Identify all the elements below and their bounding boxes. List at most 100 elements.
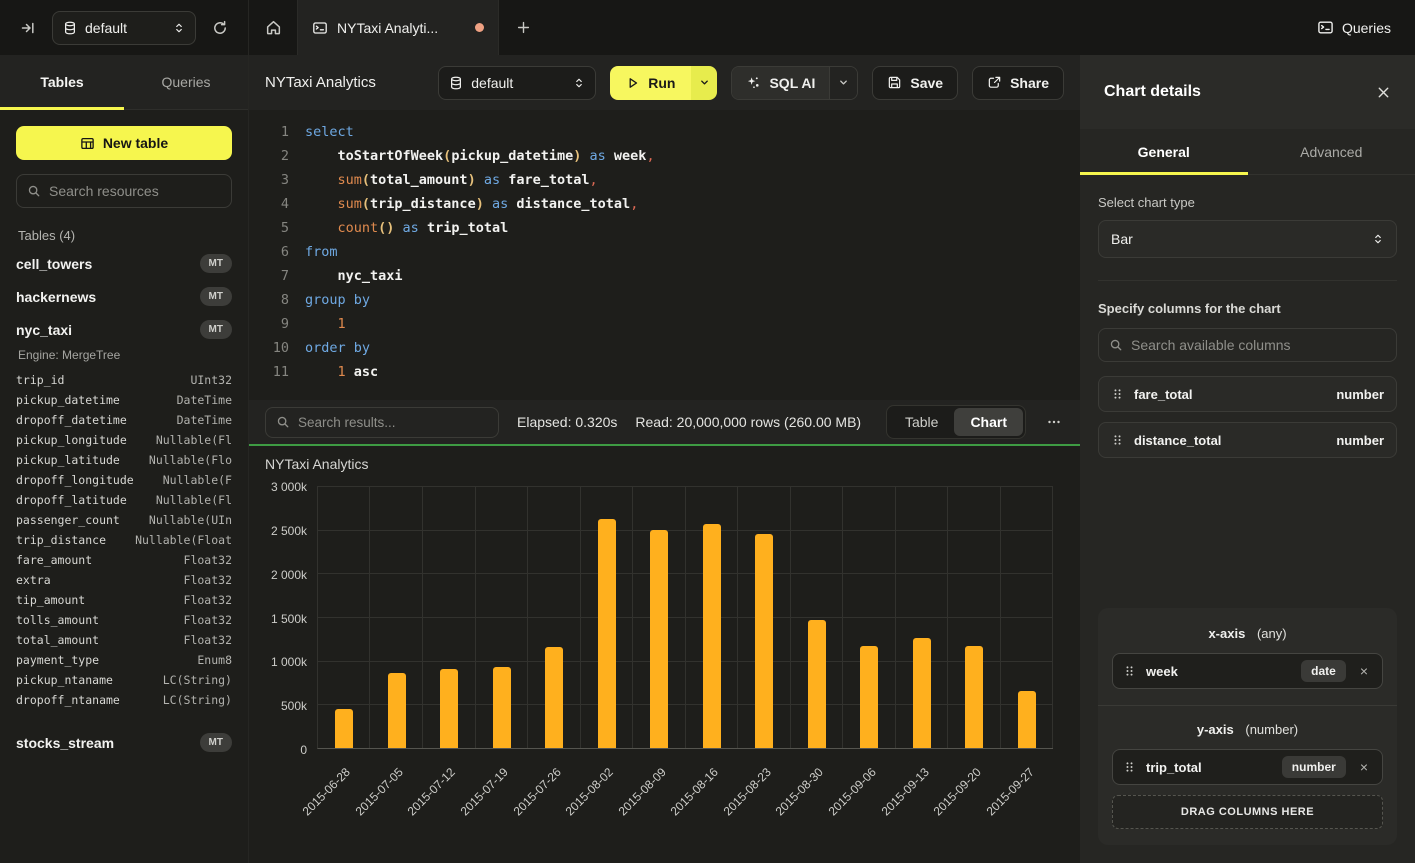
chart-bar[interactable] [388, 673, 406, 748]
chart-bar[interactable] [598, 519, 616, 748]
chart-bar[interactable] [808, 620, 826, 748]
gridline [527, 486, 528, 748]
gridline [475, 486, 476, 748]
column-row[interactable]: total_amountFloat32 [16, 630, 232, 650]
column-row[interactable]: dropoff_longitudeNullable(F [16, 470, 232, 490]
refresh-button[interactable] [206, 14, 234, 42]
view-toggle-table[interactable]: Table [889, 408, 954, 436]
sidebar-tab-tables[interactable]: Tables [0, 55, 124, 109]
code-line[interactable]: 10order by [263, 336, 1080, 360]
tab-nytaxi-analytics[interactable]: NYTaxi Analyti... [297, 0, 499, 55]
chart-bar[interactable] [493, 667, 511, 748]
chart-bar[interactable] [440, 669, 458, 748]
toolbar-database-select[interactable]: default [438, 66, 596, 100]
column-row[interactable]: trip_distanceNullable(Float [16, 530, 232, 550]
run-button[interactable]: Run [610, 66, 691, 100]
code-line[interactable]: 8group by [263, 288, 1080, 312]
column-row[interactable]: pickup_longitudeNullable(Fl [16, 430, 232, 450]
resource-search-input[interactable] [49, 183, 221, 199]
y-axis-hint: (number) [1245, 722, 1298, 737]
code-line[interactable]: 3sum(total_amount) as fare_total, [263, 168, 1080, 192]
chart-bar[interactable] [965, 646, 983, 748]
column-row[interactable]: passenger_countNullable(UIn [16, 510, 232, 530]
remove-column-button[interactable]: × [1356, 759, 1372, 775]
table-item-nyc_taxi[interactable]: nyc_taxiMT [16, 313, 232, 346]
code-line[interactable]: 111 asc [263, 360, 1080, 384]
column-row[interactable]: payment_typeEnum8 [16, 650, 232, 670]
gridline [318, 704, 1053, 705]
tab-general[interactable]: General [1080, 129, 1248, 174]
column-row[interactable]: pickup_ntanameLC(String) [16, 670, 232, 690]
code-line[interactable]: 1select [263, 120, 1080, 144]
chart-bar[interactable] [650, 530, 668, 748]
code-text: count() as trip_total [305, 216, 508, 240]
code-line[interactable]: 5count() as trip_total [263, 216, 1080, 240]
columns-search [1098, 328, 1397, 362]
columns-search-input[interactable] [1131, 337, 1386, 353]
column-row[interactable]: fare_amountFloat32 [16, 550, 232, 570]
chart-type-value: Bar [1111, 231, 1133, 247]
new-table-button[interactable]: New table [16, 126, 232, 160]
new-tab-button[interactable] [499, 0, 547, 55]
column-name: tip_amount [16, 593, 85, 607]
share-button[interactable]: Share [972, 66, 1064, 100]
results-search-input[interactable] [298, 415, 488, 430]
available-column-distance_total[interactable]: distance_totalnumber [1098, 422, 1397, 458]
close-panel-button[interactable] [1376, 85, 1391, 100]
database-select[interactable]: default [52, 11, 196, 45]
chart-bar[interactable] [1018, 691, 1036, 748]
y-axis-label: 3 000k [249, 480, 307, 494]
table-item-stocks_stream[interactable]: stocks_streamMT [16, 726, 232, 759]
chart-bar[interactable] [335, 709, 353, 748]
chart-type-select[interactable]: Bar [1098, 220, 1397, 258]
column-name: dropoff_datetime [16, 413, 127, 427]
home-button[interactable] [249, 0, 297, 55]
code-line[interactable]: 91 [263, 312, 1080, 336]
tab-advanced[interactable]: Advanced [1248, 129, 1415, 174]
sql-ai-options-button[interactable] [829, 67, 857, 99]
column-row[interactable]: dropoff_datetimeDateTime [16, 410, 232, 430]
play-icon [626, 76, 640, 90]
chart-bar[interactable] [860, 646, 878, 748]
column-name: trip_distance [16, 533, 106, 547]
column-type: Nullable(F [155, 473, 232, 487]
column-type: Nullable(Flo [141, 453, 232, 467]
unsaved-changes-dot [475, 23, 484, 32]
chart-bar[interactable] [545, 647, 563, 748]
column-row[interactable]: pickup_datetimeDateTime [16, 390, 232, 410]
code-line[interactable]: 4sum(trip_distance) as distance_total, [263, 192, 1080, 216]
code-line[interactable]: 2toStartOfWeek(pickup_datetime) as week, [263, 144, 1080, 168]
column-name: passenger_count [16, 513, 120, 527]
remove-column-button[interactable]: × [1356, 663, 1372, 679]
column-row[interactable]: trip_idUInt32 [16, 370, 232, 390]
column-type: number [1336, 433, 1384, 448]
collapse-sidebar-button[interactable] [14, 14, 42, 42]
chart-bar[interactable] [755, 534, 773, 748]
axis-column-trip_total[interactable]: trip_totalnumber× [1112, 749, 1383, 785]
column-row[interactable]: dropoff_ntanameLC(String) [16, 690, 232, 710]
code-line[interactable]: 6from [263, 240, 1080, 264]
available-column-fare_total[interactable]: fare_totalnumber [1098, 376, 1397, 412]
table-item-cell_towers[interactable]: cell_towersMT [16, 247, 232, 280]
sql-editor[interactable]: 1select2toStartOfWeek(pickup_datetime) a… [249, 110, 1080, 400]
column-row[interactable]: dropoff_latitudeNullable(Fl [16, 490, 232, 510]
column-row[interactable]: tolls_amountFloat32 [16, 610, 232, 630]
drag-columns-drop-zone[interactable]: DRAG COLUMNS HERE [1112, 795, 1383, 829]
run-options-button[interactable] [691, 66, 717, 100]
sql-ai-button[interactable]: SQL AI [732, 67, 829, 99]
chart-bar[interactable] [913, 638, 931, 748]
refresh-icon [212, 20, 228, 36]
view-toggle-chart[interactable]: Chart [954, 408, 1023, 436]
column-row[interactable]: extraFloat32 [16, 570, 232, 590]
sidebar-tab-queries[interactable]: Queries [124, 55, 248, 109]
results-more-button[interactable] [1044, 414, 1064, 430]
chart-bar[interactable] [703, 524, 721, 748]
queries-button[interactable]: Queries [1293, 0, 1415, 55]
save-button[interactable]: Save [872, 66, 958, 100]
axis-column-week[interactable]: weekdate× [1112, 653, 1383, 689]
table-item-hackernews[interactable]: hackernewsMT [16, 280, 232, 313]
column-row[interactable]: tip_amountFloat32 [16, 590, 232, 610]
column-row[interactable]: pickup_latitudeNullable(Flo [16, 450, 232, 470]
code-line[interactable]: 7nyc_taxi [263, 264, 1080, 288]
run-button-group: Run [610, 66, 717, 100]
